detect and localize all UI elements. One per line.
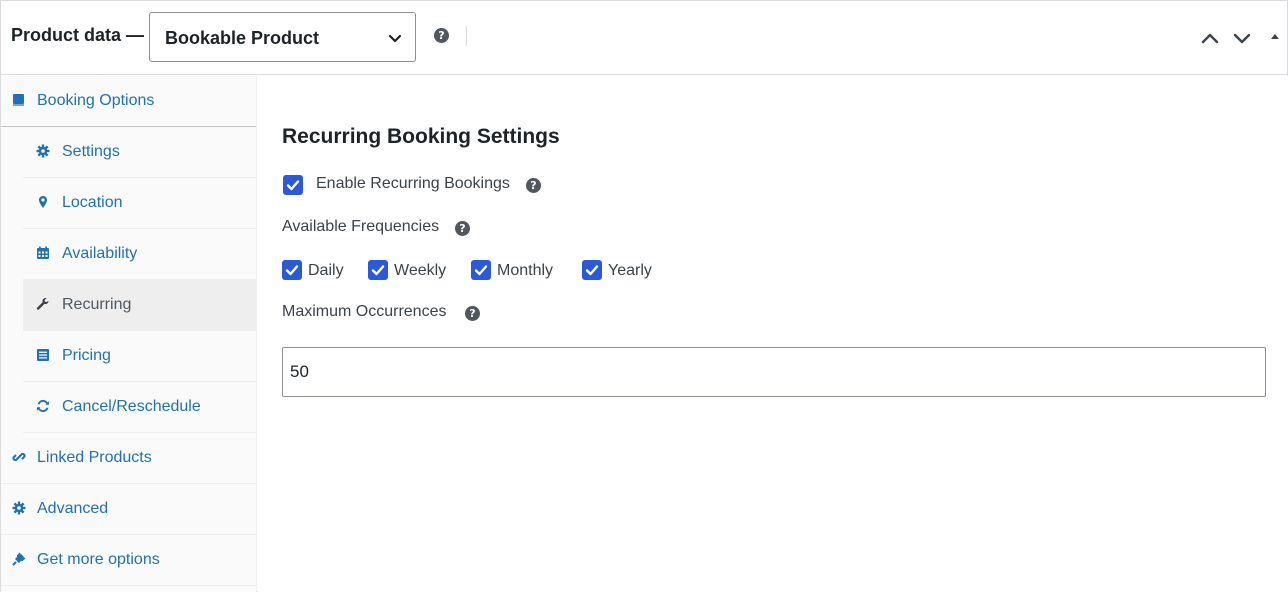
sidebar-item-label: Settings bbox=[62, 143, 120, 160]
question-circle-icon[interactable]: ? bbox=[526, 178, 541, 193]
enable-recurring-checkbox[interactable] bbox=[283, 175, 303, 195]
sidebar-item-label: Advanced bbox=[37, 500, 109, 517]
sidebar-item-label: Recurring bbox=[62, 296, 132, 313]
sidebar-item-cancel-reschedule[interactable]: Cancel/Reschedule bbox=[1, 382, 256, 433]
question-circle-icon[interactable]: ? bbox=[434, 28, 449, 43]
sidebar-item-label: Pricing bbox=[62, 347, 111, 364]
gear-icon bbox=[36, 144, 50, 158]
frequency-label: Monthly bbox=[497, 262, 554, 279]
header-divider bbox=[466, 26, 467, 46]
sidebar-item-label: Location bbox=[62, 194, 123, 211]
product-type-select[interactable]: Bookable Product bbox=[149, 12, 416, 62]
available-frequencies-label: Available Frequencies bbox=[282, 218, 440, 235]
plugin-icon bbox=[12, 552, 26, 566]
weekly-checkbox[interactable] bbox=[368, 260, 388, 280]
checkmark-icon bbox=[286, 180, 300, 191]
sidebar-item-recurring[interactable]: Recurring bbox=[1, 280, 256, 331]
wrench-icon bbox=[36, 298, 49, 310]
sidebar-item-pricing[interactable]: Pricing bbox=[1, 331, 256, 382]
divider bbox=[1, 585, 256, 586]
chevron-down-icon bbox=[388, 34, 402, 43]
product-data-tabs: Booking Options Settings Location Availa… bbox=[1, 76, 257, 592]
sidebar-item-label: Linked Products bbox=[37, 449, 152, 466]
section-title: Recurring Booking Settings bbox=[282, 125, 560, 148]
product-data-panel: Product data — Bookable Product ? Bookin… bbox=[0, 0, 1288, 592]
checkmark-icon bbox=[285, 265, 299, 276]
sidebar-item-availability[interactable]: Availability bbox=[1, 229, 256, 280]
checkmark-icon bbox=[371, 265, 385, 276]
checkmark-icon bbox=[474, 265, 488, 276]
sidebar-item-linked-products[interactable]: Linked Products bbox=[1, 433, 256, 484]
panel-title: Product data — bbox=[11, 25, 145, 45]
map-pin-icon bbox=[39, 196, 47, 208]
refresh-icon bbox=[37, 399, 49, 413]
sidebar-item-advanced[interactable]: Advanced bbox=[1, 484, 256, 535]
chevron-down-icon[interactable] bbox=[1232, 29, 1252, 47]
maximum-occurrences-input[interactable] bbox=[282, 347, 1266, 397]
checkmark-icon bbox=[585, 265, 599, 276]
triangle-up-icon[interactable] bbox=[1269, 31, 1281, 41]
yearly-checkbox[interactable] bbox=[582, 260, 602, 280]
question-circle-icon[interactable]: ? bbox=[465, 306, 480, 321]
panel-header: Product data — Bookable Product ? bbox=[1, 1, 1287, 75]
sidebar-item-label: Cancel/Reschedule bbox=[62, 398, 201, 415]
chevron-up-icon[interactable] bbox=[1200, 29, 1220, 47]
question-circle-icon[interactable]: ? bbox=[455, 221, 470, 236]
sidebar-item-settings[interactable]: Settings bbox=[1, 127, 256, 178]
book-icon bbox=[13, 94, 24, 106]
product-type-value: Bookable Product bbox=[165, 28, 320, 48]
sidebar-item-booking-options[interactable]: Booking Options bbox=[1, 76, 256, 127]
sidebar-item-label: Get more options bbox=[37, 551, 160, 568]
sidebar-item-get-more-options[interactable]: Get more options bbox=[1, 535, 256, 586]
monthly-checkbox[interactable] bbox=[471, 260, 491, 280]
sidebar-item-label: Availability bbox=[62, 245, 138, 262]
sidebar-item-label: Booking Options bbox=[37, 92, 155, 109]
gear-icon bbox=[12, 501, 26, 515]
link-icon bbox=[12, 452, 26, 462]
frequency-label: Weekly bbox=[394, 262, 447, 279]
maximum-occurrences-label: Maximum Occurrences bbox=[282, 303, 447, 320]
sidebar-item-location[interactable]: Location bbox=[1, 178, 256, 229]
enable-recurring-label[interactable]: Enable Recurring Bookings bbox=[316, 175, 510, 193]
frequency-label: Yearly bbox=[608, 262, 652, 279]
daily-checkbox[interactable] bbox=[282, 260, 302, 280]
frequency-label: Daily bbox=[308, 262, 344, 279]
list-icon bbox=[37, 349, 49, 361]
recurring-panel: Recurring Booking Settings Enable Recurr… bbox=[258, 76, 1288, 592]
active-highlight bbox=[23, 280, 256, 331]
calendar-icon bbox=[37, 246, 49, 259]
